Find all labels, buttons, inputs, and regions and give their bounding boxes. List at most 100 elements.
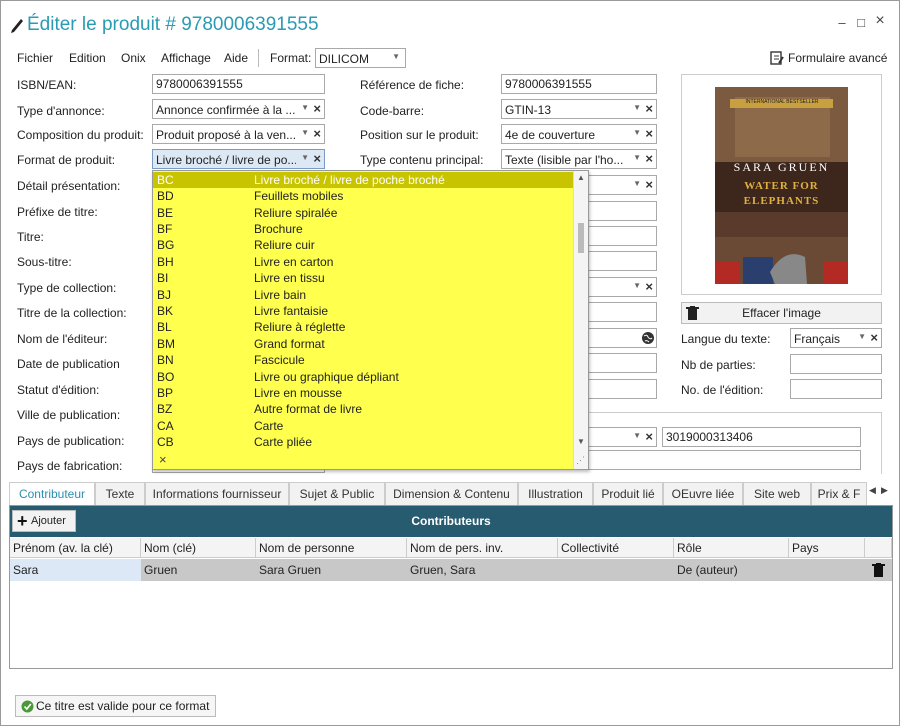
code-barre-select[interactable]: GTIN-13 ▼ ×	[501, 99, 657, 119]
menu-onix[interactable]: Onix	[121, 51, 146, 65]
langue-value: Français	[794, 332, 841, 346]
dropdown-option[interactable]: BO Livre ou graphique dépliant	[153, 369, 575, 385]
dropdown-option[interactable]: CB Carte pliée	[153, 434, 575, 450]
clear-icon[interactable]: ×	[645, 101, 653, 116]
dropdown-option[interactable]: BE Reliure spiralée	[153, 205, 575, 221]
cell-nom-personne[interactable]: Sara Gruen	[256, 559, 407, 581]
clear-icon[interactable]: ×	[645, 177, 653, 192]
scroll-down-icon[interactable]: ▼	[577, 437, 585, 446]
dropdown-option[interactable]: BC Livre broché / livre de poche broché	[153, 172, 575, 188]
column-header[interactable]: Pays	[789, 538, 865, 558]
tab-illustration[interactable]: Illustration	[518, 482, 593, 506]
reference-input[interactable]: 9780006391555	[501, 74, 657, 94]
option-name: Reliure spiralée	[254, 206, 338, 220]
dropdown-clear-icon[interactable]: ×	[159, 452, 167, 467]
position-select[interactable]: 4e de couverture ▼ ×	[501, 124, 657, 144]
scroll-thumb[interactable]	[578, 223, 584, 253]
cell-collectivite[interactable]	[558, 559, 674, 581]
tab-informations-fournisseur[interactable]: Informations fournisseur	[145, 482, 289, 506]
menu-aide[interactable]: Aide	[224, 51, 248, 65]
dropdown-option[interactable]: BK Livre fantaisie	[153, 303, 575, 319]
dropdown-option[interactable]: BN Fascicule	[153, 352, 575, 368]
globe-icon[interactable]	[641, 331, 655, 345]
menu-fichier[interactable]: Fichier	[17, 51, 53, 65]
option-name: Feuillets mobiles	[254, 189, 344, 203]
dropdown-option[interactable]: CA Carte	[153, 418, 575, 434]
clear-icon[interactable]: ×	[645, 151, 653, 166]
delete-row-icon[interactable]	[872, 563, 885, 577]
type-annonce-select[interactable]: Annonce confirmée à la ... ▼ ×	[152, 99, 325, 119]
tab-sujet-public[interactable]: Sujet & Public	[289, 482, 385, 506]
cell-role[interactable]: De (auteur)	[674, 559, 789, 581]
cell-prenom[interactable]: Sara	[10, 559, 141, 581]
tab-produit-lie[interactable]: Produit lié	[593, 482, 663, 506]
pencil-icon	[11, 19, 23, 33]
option-code: CA	[157, 419, 174, 433]
column-header[interactable]: Rôle	[674, 538, 789, 558]
no-edition-input[interactable]	[790, 379, 882, 399]
cell-nom[interactable]: Gruen	[141, 559, 256, 581]
tab-scroll-right-icon[interactable]: ▶	[881, 485, 888, 496]
gln-input[interactable]: 3019000313406	[662, 427, 861, 447]
menu-edition[interactable]: Edition	[69, 51, 106, 65]
label-format-produit: Format de produit:	[17, 153, 116, 167]
format-produit-dropdown[interactable]: BC Livre broché / livre de poche broché B…	[152, 170, 589, 470]
check-circle-icon	[21, 700, 34, 713]
nb-parties-input[interactable]	[790, 354, 882, 374]
clear-icon[interactable]: ×	[313, 126, 321, 141]
column-header[interactable]: Collectivité	[558, 538, 674, 558]
tab-texte[interactable]: Texte	[95, 482, 145, 506]
format-select[interactable]: DILICOM ▼	[315, 48, 406, 68]
dropdown-option[interactable]: BF Brochure	[153, 221, 575, 237]
column-header[interactable]: Nom (clé)	[141, 538, 256, 558]
menu-affichage[interactable]: Affichage	[161, 51, 211, 65]
maximize-button[interactable]: □	[854, 15, 868, 30]
dropdown-option[interactable]: BP Livre en mousse	[153, 385, 575, 401]
dropdown-option[interactable]: BD Feuillets mobiles	[153, 188, 575, 204]
dropdown-option[interactable]: BI Livre en tissu	[153, 270, 575, 286]
clear-icon[interactable]: ×	[645, 429, 653, 444]
resize-grip-icon[interactable]: ⋰	[576, 455, 585, 466]
label-pays-fabrication: Pays de fabrication:	[17, 459, 123, 473]
label-statut-edition: Statut d'édition:	[17, 383, 100, 397]
close-button[interactable]: ×	[873, 12, 887, 30]
type-contenu-select[interactable]: Texte (lisible par l'ho... ▼ ×	[501, 149, 657, 169]
scroll-up-icon[interactable]: ▲	[577, 173, 585, 182]
column-header[interactable]: Nom de pers. inv.	[407, 538, 558, 558]
column-header[interactable]: Prénom (av. la clé)	[10, 538, 141, 558]
option-code: BI	[157, 271, 169, 285]
dropdown-option[interactable]: BG Reliure cuir	[153, 237, 575, 253]
dropdown-option[interactable]: BJ Livre bain	[153, 287, 575, 303]
tab-prix[interactable]: Prix & F	[811, 482, 867, 506]
option-name: Grand format	[254, 337, 325, 351]
column-header[interactable]: Nom de personne	[256, 538, 407, 558]
tab-oeuvre-liee[interactable]: OEuvre liée	[663, 482, 743, 506]
advanced-form-link[interactable]: Formulaire avancé	[788, 51, 887, 65]
clear-icon[interactable]: ×	[870, 330, 878, 345]
tab-dimension-contenu[interactable]: Dimension & Contenu	[385, 482, 518, 506]
tab-site-web[interactable]: Site web	[743, 482, 811, 506]
contributors-header-bar: + Ajouter Contributeurs	[10, 506, 892, 537]
langue-select[interactable]: Français ▼ ×	[790, 328, 882, 348]
clear-icon[interactable]: ×	[645, 279, 653, 294]
option-name: Reliure cuir	[254, 238, 315, 252]
clear-image-button[interactable]: Effacer l'image	[681, 302, 882, 324]
composition-select[interactable]: Produit proposé à la ven... ▼ ×	[152, 124, 325, 144]
clear-icon[interactable]: ×	[313, 151, 321, 166]
tab-scroll-left-icon[interactable]: ◀	[869, 485, 876, 496]
cell-pays[interactable]	[789, 559, 865, 581]
format-produit-select[interactable]: Livre broché / livre de po... ▼ ×	[152, 149, 325, 169]
cell-nom-inverse[interactable]: Gruen, Sara	[407, 559, 558, 581]
window-title: Éditer le produit # 9780006391555	[27, 14, 319, 35]
dropdown-option[interactable]: BZ Autre format de livre	[153, 401, 575, 417]
clear-icon[interactable]: ×	[313, 101, 321, 116]
dropdown-option[interactable]: BL Reliure à réglette	[153, 319, 575, 335]
dropdown-scrollbar[interactable]: ▲ ▼ ⋰	[573, 171, 588, 469]
minimize-button[interactable]: –	[835, 15, 849, 30]
isbn-input[interactable]: 9780006391555	[152, 74, 325, 94]
dropdown-option[interactable]: BH Livre en carton	[153, 254, 575, 270]
dropdown-option[interactable]: BM Grand format	[153, 336, 575, 352]
tab-contributeur[interactable]: Contributeur	[9, 482, 95, 507]
clear-icon[interactable]: ×	[645, 126, 653, 141]
contributors-panel: + Ajouter Contributeurs Prénom (av. la c…	[9, 505, 893, 669]
